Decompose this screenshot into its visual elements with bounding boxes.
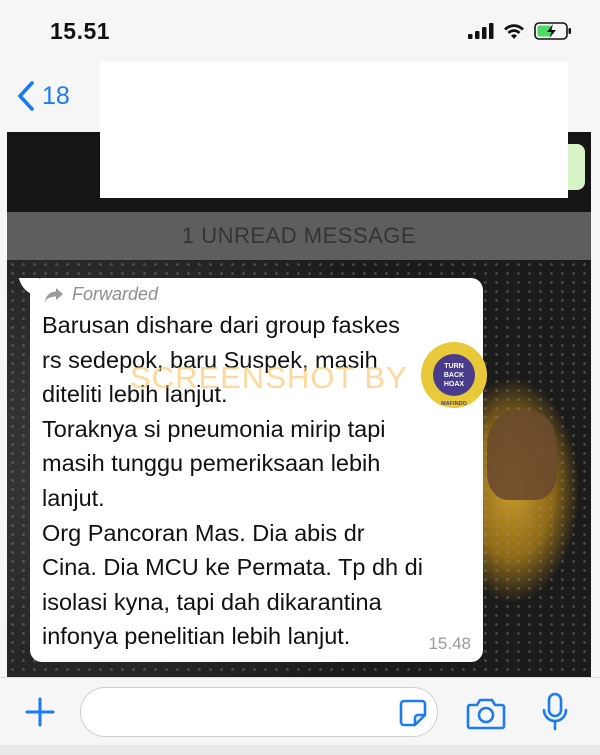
home-indicator-strip xyxy=(0,745,600,755)
microphone-icon[interactable] xyxy=(541,692,569,732)
status-bar: 15.51 xyxy=(0,0,600,64)
badge-line-2: BACK xyxy=(444,372,464,379)
badge-bottom-label: MAFINDO xyxy=(441,401,467,407)
plus-icon[interactable] xyxy=(24,696,56,728)
badge-line-3: HOAX xyxy=(444,381,465,388)
wifi-icon xyxy=(504,24,524,39)
turnbackhoax-badge-icon: TURN BACK HOAX MAFINDO xyxy=(421,342,487,408)
incoming-message-bubble[interactable]: Forwarded Barusan dishare dari group fas… xyxy=(30,278,483,662)
forward-arrow-icon xyxy=(45,287,63,302)
forwarded-tag: Forwarded xyxy=(44,284,158,305)
battery-charging-icon xyxy=(534,22,571,40)
message-input-bar xyxy=(0,677,600,755)
status-time: 15.51 xyxy=(50,18,111,44)
message-time: 15.48 xyxy=(428,634,471,653)
sticker-icon[interactable] xyxy=(398,698,428,728)
redacted-contact-block xyxy=(100,62,568,198)
wallpaper-figure xyxy=(487,410,557,500)
status-icons xyxy=(468,22,572,40)
unread-divider: 1 UNREAD MESSAGE xyxy=(7,212,591,260)
badge-line-1: TURN xyxy=(444,363,463,370)
unread-label: 1 UNREAD MESSAGE xyxy=(181,223,417,248)
unread-chats-count: 18 xyxy=(42,81,70,110)
screenshot-watermark: SCREENSHOT BY xyxy=(130,360,408,395)
forwarded-label: Forwarded xyxy=(72,284,159,304)
message-input[interactable] xyxy=(80,687,438,737)
back-button[interactable]: 18 xyxy=(16,80,70,112)
chevron-left-icon xyxy=(18,81,34,111)
signal-icon xyxy=(468,23,494,39)
camera-icon[interactable] xyxy=(466,696,506,730)
